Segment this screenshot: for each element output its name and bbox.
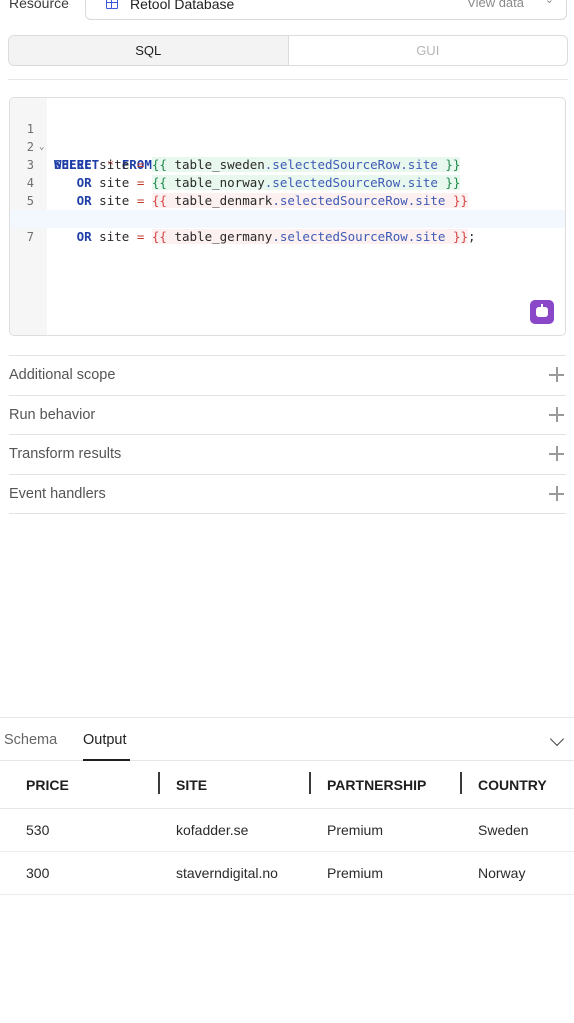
code-token: = [136,229,145,244]
code-token: .selectedSourceRow.site [272,229,446,244]
table-cell: staverndigital.no [176,865,278,881]
section-label: Event handlers [9,486,106,502]
mode-toggle: SQL GUI [8,35,568,66]
plus-icon[interactable] [549,446,564,461]
code-token: }} [452,229,468,244]
column-header-site[interactable]: SITE [176,777,207,793]
table-cell: Premium [327,865,384,881]
table-row[interactable]: 300 staverndigital.no Premium Norway [0,852,574,895]
code-token: site [99,229,130,244]
code-token: ; [468,229,476,244]
code-line: 3 OR site = {{ table_norway.selectedSour… [10,138,565,190]
code-token: OR [76,229,92,244]
divider [9,513,566,514]
sql-editor[interactable]: 1 ⌄ SELECT * FROM pineberry 2 WHERE site… [9,97,566,336]
code-line: 5 OR site = {{ table_finland.selectedSou… [10,174,565,226]
table-cell: Premium [327,822,384,838]
resource-label: Resource [9,0,69,11]
resource-value: Retool Database [130,0,235,12]
template-expression-error: {{ table_germany.selectedSourceRow.site … [151,229,468,244]
plus-icon[interactable] [549,486,564,501]
code-line: 2 WHERE site = {{ table_sweden.selectedS… [10,120,565,172]
column-resize-handle[interactable] [460,772,462,794]
table-cell: 530 [26,822,50,838]
column-resize-handle[interactable] [158,772,160,794]
resource-row: Resource Retool Database View data ⌄ [0,0,574,22]
results-table: PRICE SITE PARTNERSHIP COUNTRY 530 kofad… [0,762,574,895]
mode-gui-button[interactable]: GUI [289,36,568,65]
active-tab-indicator [83,759,130,761]
chevron-down-icon[interactable] [549,731,565,747]
line-number: 7 [26,230,34,244]
section-label: Additional scope [9,367,116,383]
tab-output[interactable]: Output [83,732,127,748]
section-run-behavior[interactable]: Run behavior [9,395,566,435]
section-transform-results[interactable]: Transform results [9,434,566,474]
table-row[interactable]: 530 kofadder.se Premium Sweden [0,809,574,852]
code-line: 6 OR site = {{ table_germany.selectedSou… [10,192,565,244]
code-line-current: 7 [10,210,565,244]
mode-sql-button[interactable]: SQL [9,36,289,65]
code-token: table_germany [174,229,273,244]
table-cell: 300 [26,865,50,881]
tab-schema[interactable]: Schema [4,732,57,748]
table-cell: kofadder.se [176,822,249,838]
code-line: 1 ⌄ SELECT * FROM pineberry [10,102,565,172]
column-header-price[interactable]: PRICE [26,777,69,793]
section-label: Transform results [9,446,122,462]
resource-select[interactable]: Retool Database View data ⌄ [85,0,567,20]
table-header: PRICE SITE PARTNERSHIP COUNTRY [0,762,574,809]
plus-icon[interactable] [549,407,564,422]
section-label: Run behavior [9,407,96,423]
table-cell: Sweden [478,822,529,838]
divider [8,79,568,80]
section-event-handlers[interactable]: Event handlers [9,474,566,514]
column-header-country[interactable]: COUNTRY [478,777,547,793]
table-grid-icon [106,0,118,9]
ai-assist-icon[interactable] [530,300,554,324]
chevron-down-icon[interactable]: ⌄ [545,0,554,6]
table-cell: Norway [478,865,526,881]
column-resize-handle[interactable] [309,772,311,794]
section-additional-scope[interactable]: Additional scope [9,355,566,395]
code-line: 4 OR site = {{ table_denmark.selectedSou… [10,156,565,208]
code-token: {{ [151,229,167,244]
column-header-partnership[interactable]: PARTNERSHIP [327,777,426,793]
results-tabs: Schema Output [0,718,574,761]
plus-icon[interactable] [549,367,564,382]
view-data-link[interactable]: View data [467,0,524,10]
